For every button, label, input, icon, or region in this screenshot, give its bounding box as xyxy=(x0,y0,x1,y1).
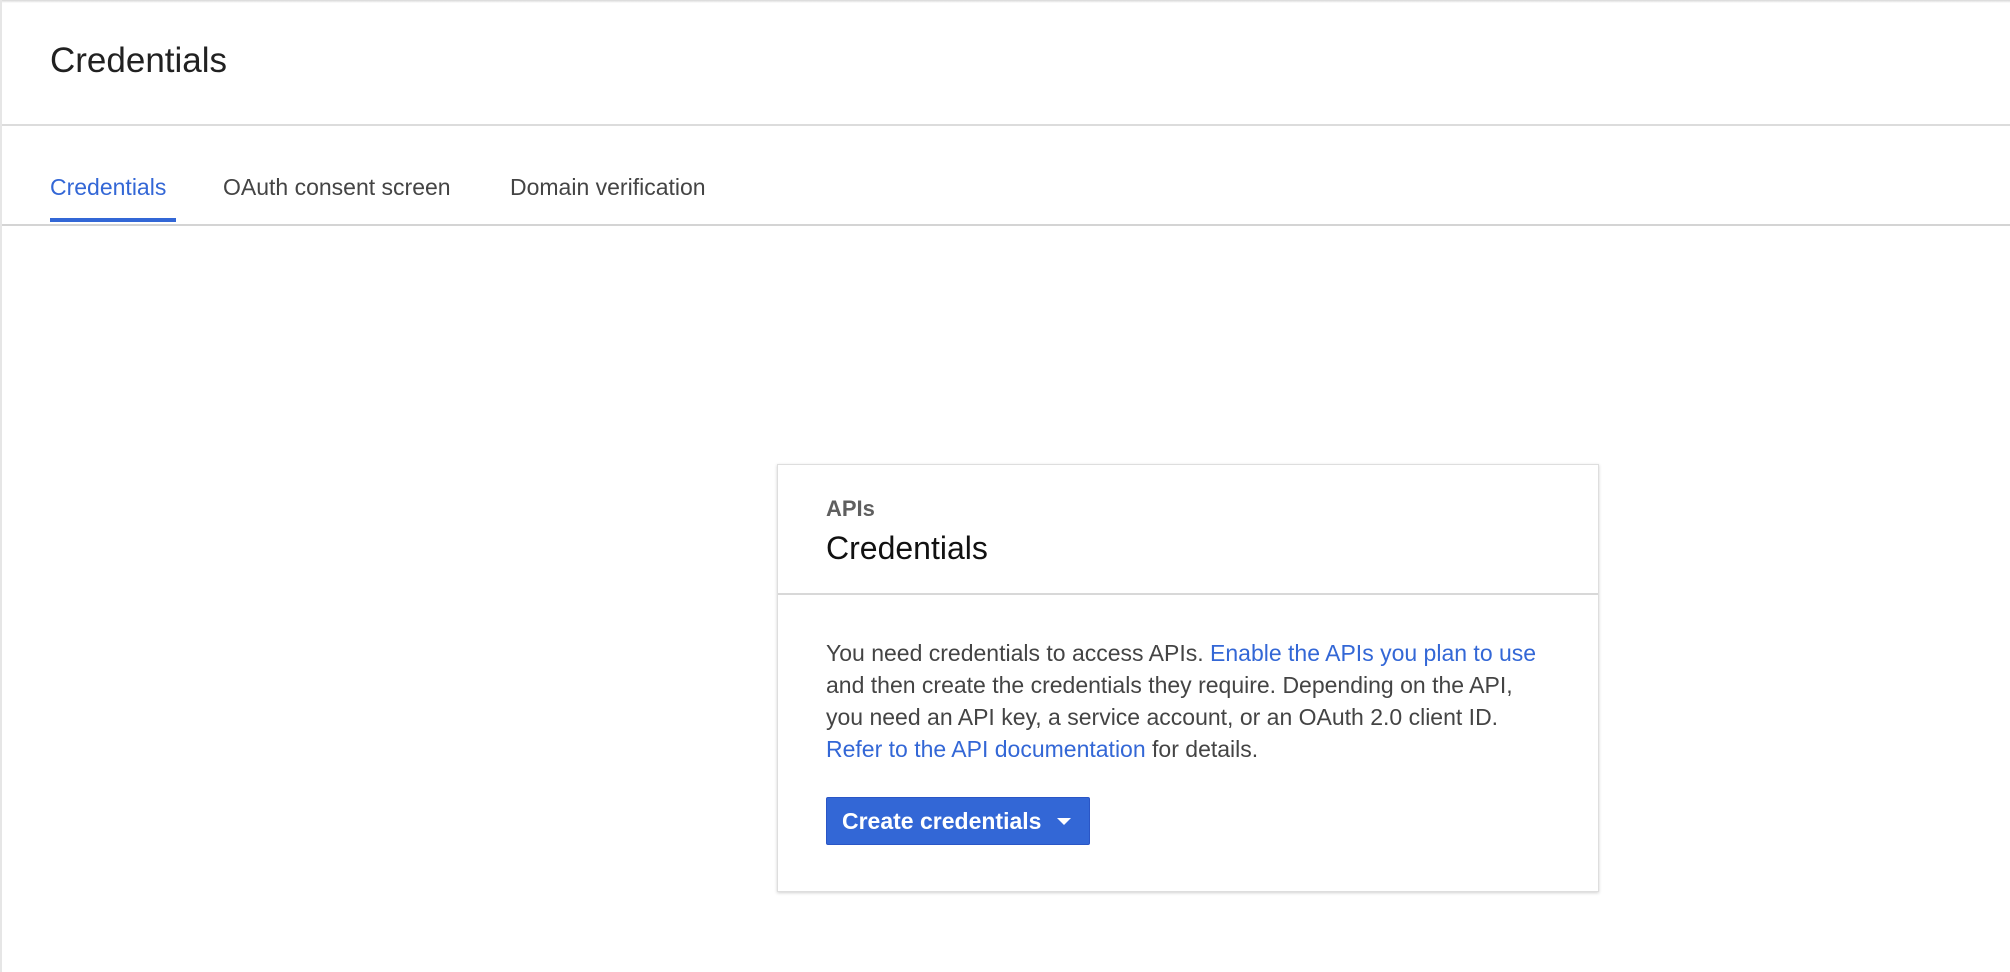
tab-oauth-consent-screen[interactable]: OAuth consent screen xyxy=(223,172,451,202)
card-overline: APIs xyxy=(826,496,875,521)
description-text-1: You need credentials to access APIs. xyxy=(826,640,1211,666)
card-title: Credentials xyxy=(826,530,988,566)
credentials-card: APIs Credentials You need credentials to… xyxy=(777,464,1599,892)
active-tab-indicator xyxy=(50,218,176,222)
tab-domain-verification[interactable]: Domain verification xyxy=(510,172,706,202)
tab-credentials[interactable]: Credentials xyxy=(50,172,166,202)
page-header: Credentials xyxy=(2,0,2010,126)
card-header: APIs Credentials xyxy=(778,465,1598,595)
description-text-3: for details. xyxy=(1145,736,1259,762)
page-title: Credentials xyxy=(50,41,228,80)
app-window: Credentials Credentials OAuth consent sc… xyxy=(0,0,2010,972)
description-text-2: and then create the credentials they req… xyxy=(826,672,1513,730)
enable-apis-link[interactable]: Enable the APIs you plan to use xyxy=(1210,640,1536,666)
create-credentials-button[interactable]: Create credentials xyxy=(826,797,1090,845)
tab-bar: Credentials OAuth consent screen Domain … xyxy=(2,126,2010,226)
api-documentation-link[interactable]: Refer to the API documentation xyxy=(826,736,1146,762)
caret-down-icon xyxy=(1057,818,1071,825)
card-description: You need credentials to access APIs. Ena… xyxy=(826,637,1556,765)
create-credentials-label: Create credentials xyxy=(842,808,1042,834)
